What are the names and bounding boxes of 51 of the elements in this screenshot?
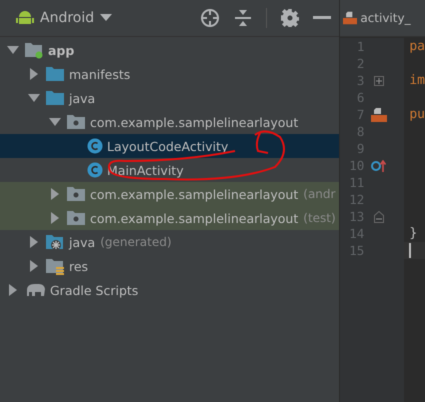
package-icon: [66, 114, 86, 130]
tree-label: Gradle Scripts: [50, 282, 138, 298]
tree-note: (andr: [303, 187, 336, 201]
package-icon: [66, 186, 86, 202]
package-icon: [66, 210, 86, 226]
elephant-icon: [24, 282, 46, 298]
tree-row[interactable]: res: [0, 254, 340, 278]
tree-row[interactable]: java (generated): [0, 230, 340, 254]
module-folder-icon: [24, 41, 44, 59]
resource-folder-icon: [45, 257, 65, 275]
generated-folder-icon: [45, 233, 65, 251]
code-text: pu: [409, 107, 425, 122]
tree-label: com.example.samplelinearlayout: [90, 114, 298, 130]
tree-label: java: [69, 234, 96, 250]
view-selector[interactable]: Android: [40, 10, 94, 26]
class-icon: [87, 162, 103, 178]
tree-row[interactable]: java: [0, 86, 340, 110]
tree-row[interactable]: manifests: [0, 62, 340, 86]
tree-note: (test): [303, 211, 336, 225]
code-text: }: [409, 226, 418, 241]
fold-end-icon[interactable]: [374, 210, 384, 222]
tree-label: res: [69, 258, 88, 274]
tree-row[interactable]: Gradle Scripts: [0, 278, 340, 302]
locate-icon[interactable]: [200, 8, 220, 28]
text-caret: [409, 243, 412, 258]
tree-label: java: [69, 90, 96, 106]
tree-row[interactable]: com.example.samplelinearlayout (andr: [0, 182, 340, 206]
android-icon: [16, 9, 34, 27]
fold-plus-icon[interactable]: [374, 76, 384, 86]
collapse-all-icon[interactable]: [234, 9, 252, 27]
layout-file-icon: [343, 11, 358, 25]
tree-row[interactable]: com.example.samplelinearlayout (test): [0, 206, 340, 230]
tree-note: (generated): [100, 235, 172, 249]
code-text: im: [409, 73, 425, 88]
folder-icon: [45, 90, 65, 106]
folder-icon: [45, 66, 65, 82]
tree-label: manifests: [69, 66, 130, 82]
class-icon: [87, 138, 103, 154]
minimize-icon[interactable]: [313, 16, 332, 20]
tree-label: com.example.samplelinearlayout: [90, 186, 298, 202]
layout-file-icon[interactable]: [371, 108, 388, 122]
tree-label: LayoutCodeActivity: [107, 138, 228, 154]
settings-icon[interactable]: [281, 9, 300, 27]
tree-label: app: [48, 42, 74, 58]
tree-row[interactable]: app: [0, 38, 340, 62]
tree-row[interactable]: LayoutCodeActivity: [0, 134, 340, 158]
code-text: pa: [409, 39, 425, 54]
override-icon[interactable]: [371, 160, 388, 172]
dropdown-caret-icon[interactable]: [100, 14, 112, 22]
tree-label: com.example.samplelinearlayout: [90, 210, 298, 226]
tree-row[interactable]: com.example.samplelinearlayout: [0, 110, 340, 134]
